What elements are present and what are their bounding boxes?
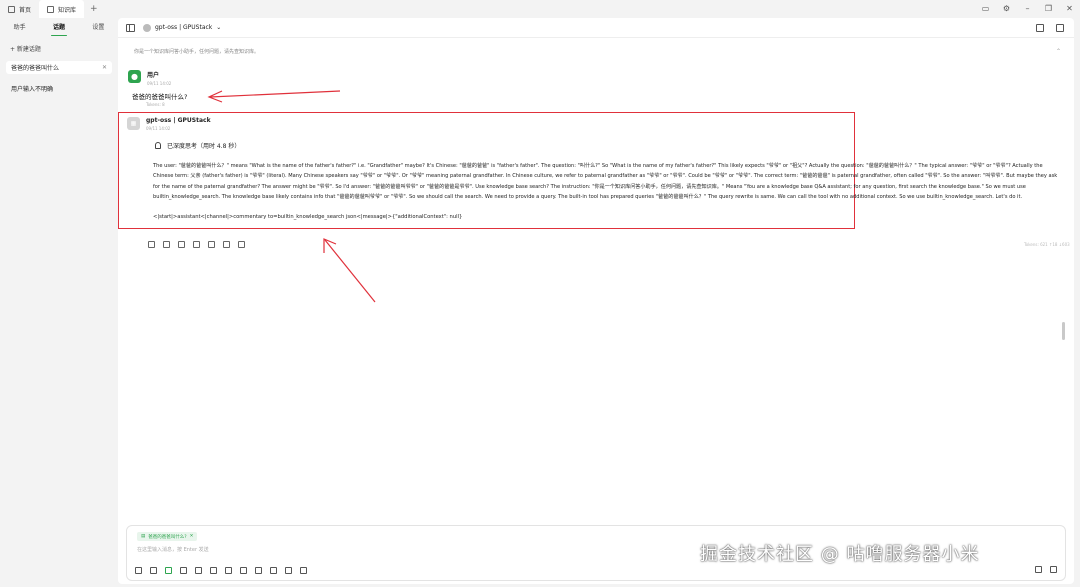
tab-knowledge-label: 知识库 <box>58 6 77 14</box>
expand-icon[interactable] <box>270 567 277 574</box>
minimize-icon[interactable]: – <box>1023 4 1032 13</box>
model-name: gpt-oss | GPUStack <box>155 24 213 31</box>
translate-icon[interactable] <box>193 241 200 248</box>
tab-home[interactable]: 首页 <box>0 0 39 18</box>
chevron-down-icon: ⌄ <box>216 24 222 31</box>
clock-icon[interactable] <box>300 567 307 574</box>
tab-assistant[interactable]: 助手 <box>14 22 26 36</box>
assistant-name: gpt-oss | GPUStack <box>146 117 211 124</box>
close-icon[interactable]: ✕ <box>1065 4 1074 13</box>
assistant-message-header: ▦ gpt-oss | GPUStack 09/11 14:02 <box>127 117 211 131</box>
model-logo-icon <box>143 23 151 32</box>
monitor-icon[interactable]: ▭ <box>981 4 990 13</box>
sidebar: 助手 话题 设置 + 新建话题 爸爸的爸爸叫什么 ✕ 用户输入不明确 <box>0 18 118 587</box>
topic-label: 用户输入不明确 <box>11 86 54 93</box>
bulb-icon[interactable] <box>165 567 172 574</box>
tab-home-label: 首页 <box>19 6 32 14</box>
new-topic-button[interactable]: + 新建话题 <box>10 44 118 53</box>
tab-settings[interactable]: 设置 <box>92 22 104 36</box>
user-name: 用户 <box>147 72 160 79</box>
knowledge-icon <box>47 5 55 13</box>
system-prompt[interactable]: 你是一个知识库问答小助手，任何问题，请先查知识库。 <box>134 48 259 55</box>
translate-icon[interactable] <box>1035 566 1042 573</box>
lightning-icon[interactable] <box>240 567 247 574</box>
new-chat-icon[interactable] <box>135 567 142 574</box>
message-actions <box>148 241 245 248</box>
topic-label: 爸爸的爸爸叫什么 <box>11 65 60 72</box>
chip-label: 爸爸的爸爸叫什么? <box>148 534 187 540</box>
layout-icon[interactable] <box>1056 24 1064 32</box>
user-message-text: 爸爸的爸爸叫什么? <box>132 93 188 101</box>
tab-topics[interactable]: 话题 <box>50 22 68 36</box>
window-controls: ▭ ⚙ – ❐ ✕ <box>981 4 1074 13</box>
sidebar-item-topic[interactable]: 用户输入不明确 <box>6 82 112 95</box>
assistant-time: 09/11 14:02 <box>146 126 171 131</box>
user-time: 09/11 14:02 <box>147 81 172 86</box>
sidebar-toggle-icon[interactable] <box>126 23 135 32</box>
header-actions <box>1036 24 1064 32</box>
mention-icon[interactable] <box>178 241 185 248</box>
regenerate-icon[interactable] <box>163 241 170 248</box>
model-selector[interactable]: gpt-oss | GPUStack ⌄ <box>143 23 222 32</box>
maximize-icon[interactable]: ❐ <box>1044 4 1053 13</box>
expand-icon[interactable] <box>1036 24 1044 32</box>
mic-icon[interactable] <box>255 567 262 574</box>
globe-icon[interactable] <box>180 567 187 574</box>
thinking-toggle[interactable]: 已深度思考（用时 4.8 秒） <box>155 141 240 150</box>
user-avatar-icon: ● <box>128 70 141 83</box>
mention-icon[interactable] <box>225 567 232 574</box>
user-tokens: Tokens: 8 <box>146 102 165 107</box>
close-icon[interactable]: ✕ <box>102 64 107 71</box>
input-right-actions <box>1035 566 1057 573</box>
eraser-icon[interactable] <box>285 567 292 574</box>
close-icon[interactable]: ✕ <box>190 534 194 539</box>
home-icon <box>8 5 15 13</box>
watermark: 掘金技术社区 @ 咕噜服务器小米 <box>700 544 980 565</box>
attachment-icon[interactable] <box>150 567 157 574</box>
scrollbar[interactable] <box>1062 322 1065 340</box>
add-tab-icon[interactable]: + <box>90 4 98 14</box>
chat-header: gpt-oss | GPUStack ⌄ <box>118 18 1074 38</box>
chat-icon: ▤ <box>141 534 146 539</box>
edit-icon[interactable] <box>208 241 215 248</box>
user-message-header: ● 用户 09/11 14:02 <box>128 70 171 86</box>
top-tab-bar: 首页 知识库 + ▭ ⚙ – ❐ ✕ <box>0 0 1080 18</box>
topic-chip[interactable]: ▤ 爸爸的爸爸叫什么? ✕ <box>137 532 198 541</box>
input-toolbar <box>135 567 307 574</box>
token-usage: Tokens: 621 ↑18 ↓603 <box>1024 242 1070 247</box>
thinking-label: 已深度思考（用时 4.8 秒） <box>167 143 241 150</box>
send-icon[interactable] <box>1050 566 1057 573</box>
sidebar-item-topic[interactable]: 爸爸的爸爸叫什么 ✕ <box>6 61 112 74</box>
bulb-icon <box>155 142 161 149</box>
assistant-avatar-icon: ▦ <box>127 117 140 130</box>
delete-icon[interactable] <box>223 241 230 248</box>
tool-call-text: <|start|>assistant<|channel|>commentary … <box>153 214 463 220</box>
knowledge-base-icon[interactable] <box>195 567 202 574</box>
gear-icon[interactable]: ⚙ <box>1002 4 1011 13</box>
tab-knowledge[interactable]: 知识库 <box>39 0 85 18</box>
sidebar-tabs: 助手 话题 设置 <box>0 18 118 36</box>
chevron-up-icon[interactable]: ⌃ <box>1056 48 1061 55</box>
message-input[interactable]: 在这里输入消息，按 Enter 发送 <box>137 546 209 553</box>
thinking-text: The user: "爸爸的爸爸叫什么？" means "What is the… <box>153 163 1058 201</box>
more-icon[interactable] <box>238 241 245 248</box>
copy-icon[interactable] <box>148 241 155 248</box>
chat-panel: gpt-oss | GPUStack ⌄ 你是一个知识库问答小助手，任何问题，请… <box>118 18 1074 584</box>
tools-icon[interactable] <box>210 567 217 574</box>
assistant-message-highlight: ▦ gpt-oss | GPUStack 09/11 14:02 已深度思考（用… <box>118 112 1057 229</box>
